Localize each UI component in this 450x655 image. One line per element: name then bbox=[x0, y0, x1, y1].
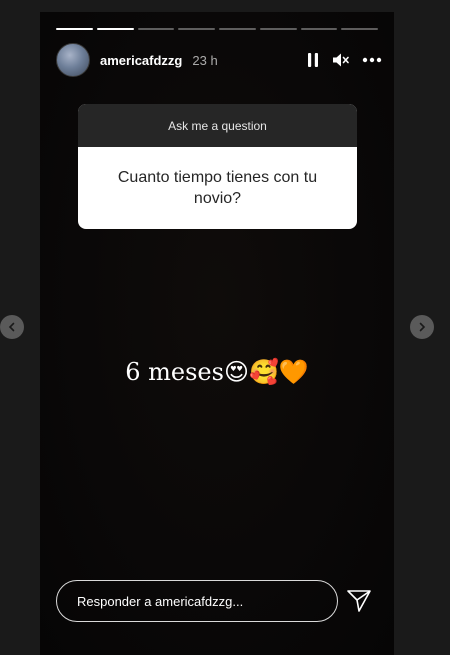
pause-icon bbox=[308, 53, 318, 67]
smiling-face-with-hearts-emoji-icon: 🥰 bbox=[248, 358, 279, 386]
username-link[interactable]: americafdzzg bbox=[100, 53, 182, 68]
question-sticker-prompt: Ask me a question bbox=[78, 104, 357, 147]
story-viewer: americafdzzg 23 h Ask me a question Cuan… bbox=[0, 0, 450, 655]
question-text: Cuanto tiempo tienes con tu novio? bbox=[117, 169, 318, 207]
progress-segment bbox=[56, 28, 93, 30]
progress-segment bbox=[219, 28, 256, 30]
progress-segment bbox=[259, 28, 297, 30]
pause-button[interactable] bbox=[306, 52, 320, 68]
chevron-right-icon bbox=[419, 322, 426, 332]
reply-placeholder: Responder a americafdzzg... bbox=[77, 593, 244, 609]
story-header: americafdzzg 23 h bbox=[56, 43, 382, 77]
progress-segment bbox=[300, 28, 338, 30]
progress-segment bbox=[137, 28, 175, 30]
previous-story-button[interactable] bbox=[0, 315, 24, 339]
story-controls bbox=[306, 52, 382, 68]
progress-segment bbox=[341, 28, 378, 30]
send-icon[interactable] bbox=[346, 588, 372, 614]
more-horizontal-icon bbox=[362, 57, 382, 63]
story-frame[interactable]: americafdzzg 23 h Ask me a question Cuan… bbox=[40, 12, 394, 655]
next-story-button[interactable] bbox=[410, 315, 434, 339]
answer-text: 6 meses bbox=[125, 358, 224, 386]
volume-muted-icon bbox=[333, 53, 349, 67]
more-options-button[interactable] bbox=[362, 57, 382, 63]
post-time: 23 h bbox=[192, 52, 218, 68]
orange-heart-emoji-icon: 🧡 bbox=[278, 358, 309, 386]
question-sticker: Ask me a question Cuanto tiempo tienes c… bbox=[78, 104, 357, 229]
avatar[interactable] bbox=[56, 43, 90, 77]
heart-eyes-emoji-icon: 😍 bbox=[223, 358, 249, 386]
progress-segment bbox=[178, 28, 215, 30]
answer-text-line: 6 meses😍🥰🧡 bbox=[40, 358, 394, 386]
mute-button[interactable] bbox=[332, 52, 350, 68]
progress-segment bbox=[96, 28, 134, 30]
reply-input[interactable]: Responder a americafdzzg... bbox=[56, 580, 338, 622]
story-progress-bar bbox=[56, 28, 378, 30]
chevron-left-icon bbox=[8, 322, 15, 332]
